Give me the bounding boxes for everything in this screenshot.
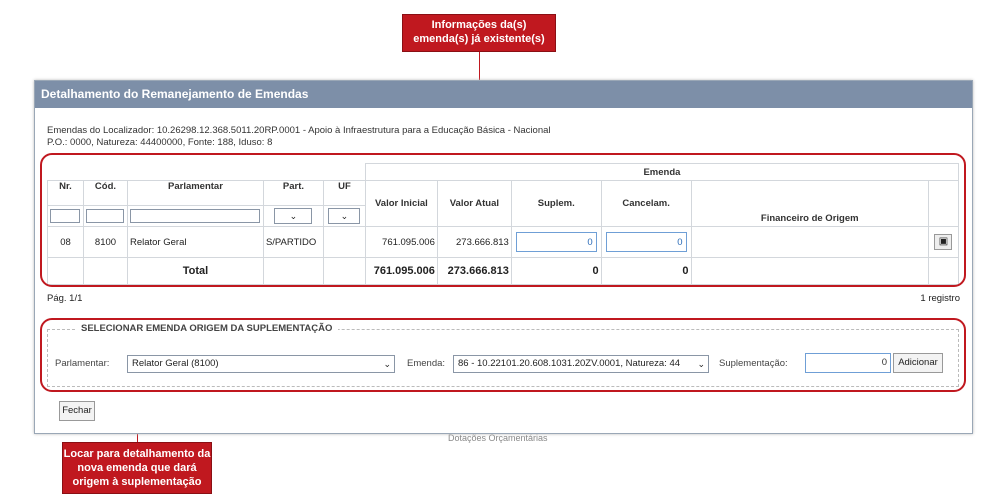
record-count: 1 registro <box>920 293 960 304</box>
dialog-title: Detalhamento do Remanejamento de Emendas <box>35 81 972 108</box>
pager-info: Pág. 1/1 <box>47 293 83 304</box>
close-button[interactable]: Fechar <box>59 401 95 421</box>
locator-details: P.O.: 0000, Natureza: 44400000, Fonte: 1… <box>47 137 273 148</box>
locator-line: Emendas do Localizador: 10.26298.12.368.… <box>47 125 551 136</box>
background-fragment: Dotações Orçamentárias <box>448 433 548 443</box>
highlight-origem-section <box>40 318 966 392</box>
callout-existing-emendas: Informações da(s) emenda(s) já existente… <box>402 14 556 52</box>
highlight-existing-table <box>40 153 966 287</box>
callout-new-origin: Locar para detalhamento da nova emenda q… <box>62 442 212 494</box>
locator-info: Emendas do Localizador: 10.26298.12.368.… <box>47 125 551 149</box>
